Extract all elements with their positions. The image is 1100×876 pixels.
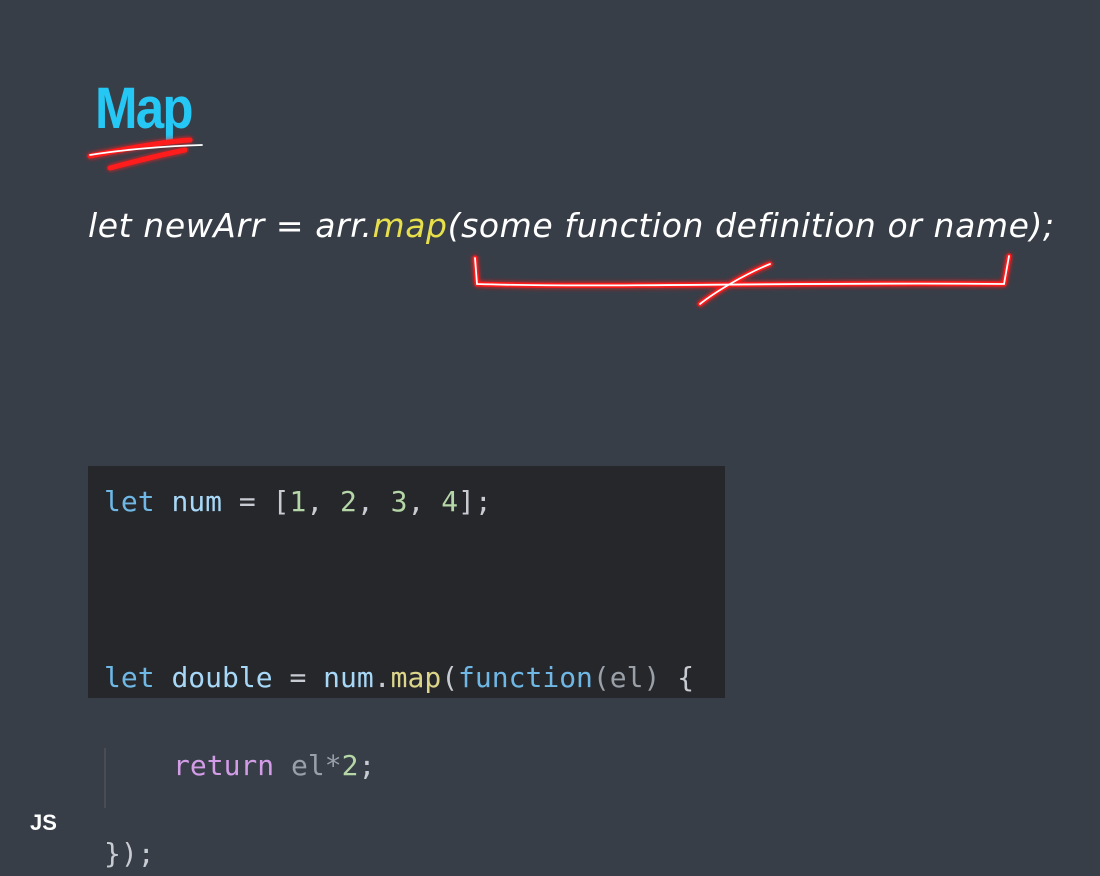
function-bracket [472,253,1012,288]
code-punct: ; [358,749,376,782]
code-variable: num [323,661,374,694]
code-punct: ]; [458,485,492,518]
code-line-5: }); [104,832,725,876]
code-number: 2 [341,749,359,782]
syntax-prefix: let newArr = arr. [88,206,373,245]
code-operator: = [238,485,256,518]
code-number: 4 [441,485,459,518]
code-punct: . [373,661,391,694]
code-punct: { [677,661,695,694]
code-keyword: let [104,661,155,694]
code-number: 2 [340,485,357,518]
indent-guide [104,748,106,808]
code-line-3: let double = num.map(function(el) { [104,656,725,700]
code-variable: double [171,661,273,694]
syntax-method: map [372,206,448,245]
code-punct: }); [104,837,155,870]
slide-title: Map [95,76,194,141]
code-keyword: function [458,661,593,694]
title-underline-red-2 [107,147,188,171]
code-method: map [390,661,442,694]
code-number: 3 [390,485,408,518]
bracket-tip-core [699,263,771,305]
code-punct: [ [272,485,290,518]
title-underline-white [89,144,203,156]
code-operator: = [289,661,307,694]
corner-label: JS [30,810,57,835]
syntax-line: let newArr = arr.map(some function defin… [88,206,1055,245]
code-number: 1 [289,485,307,518]
bracket-tip [697,261,773,307]
code-line-4: return el*2; [104,744,725,808]
code-expression: el* [291,749,342,782]
code-keyword: let [104,485,155,518]
title-underline-red [87,137,193,159]
function-bracket-core [474,255,1010,287]
code-block: let num = [1, 2, 3, 4]; let double = num… [88,466,725,870]
code-keyword: return [173,749,275,782]
code-variable: num [171,485,223,518]
code-punct: ( [441,661,459,694]
syntax-suffix: (some function definition or name); [447,206,1055,245]
code-line-1: let num = [1, 2, 3, 4]; [104,485,492,518]
code-param: (el) [592,661,661,694]
